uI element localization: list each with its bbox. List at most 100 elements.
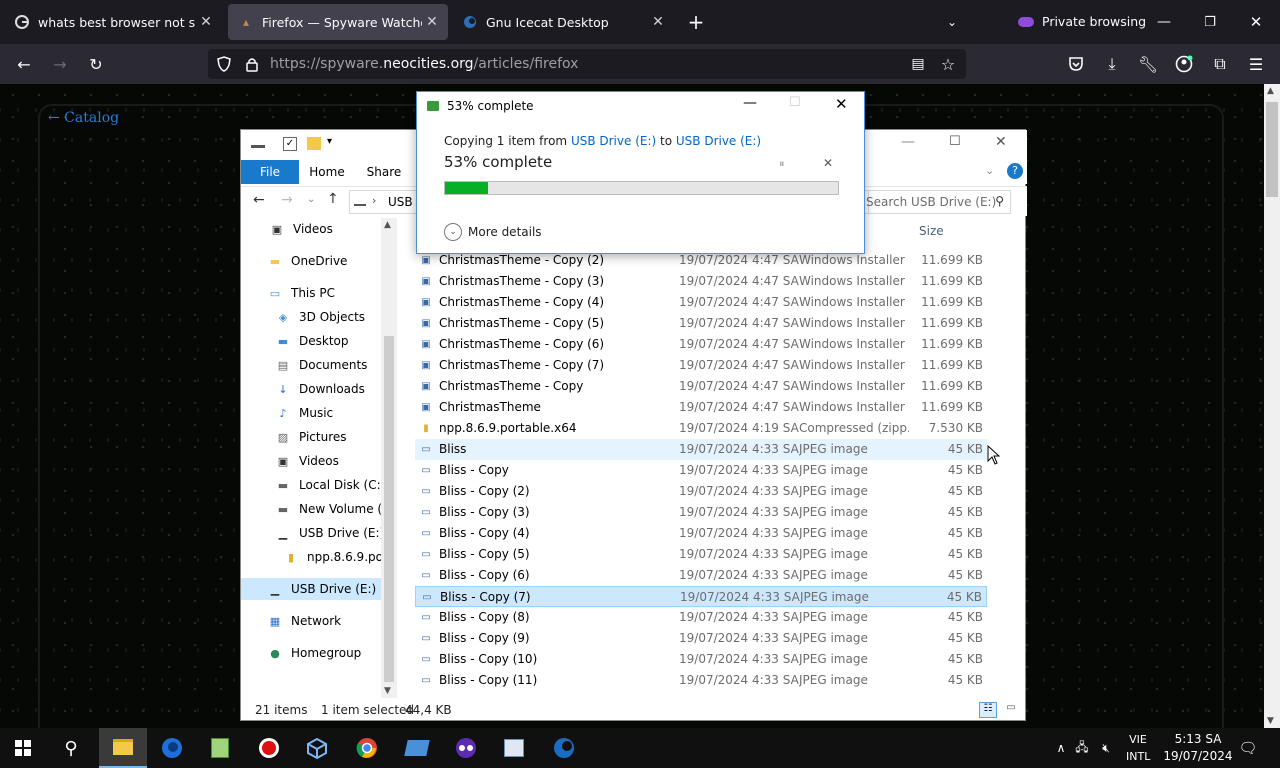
up-arrow-icon[interactable]: ↑ [327,191,339,207]
control-panel-taskbar-icon[interactable] [491,728,537,768]
scroll-up-arrow-icon[interactable]: ▲ [384,220,391,230]
nav-item[interactable]: ◈ 3D Objects [275,306,365,328]
table-row[interactable]: ▣ ChristmasTheme 19/07/2024 4:47 SA Windows… [415,397,987,418]
nav-item[interactable]: ▤ Documents [275,354,368,376]
new-tab-plus-icon[interactable]: + [684,10,708,34]
close-icon[interactable]: ✕ [422,14,442,30]
table-row[interactable]: ▣ ChristmasTheme - Copy (7) 19/07/2024 4:4… [415,355,987,376]
search-icon[interactable]: ⚲ [48,728,94,768]
table-row[interactable]: ▣ ChristmasTheme - Copy (5) 19/07/2024 4:4… [415,313,987,334]
nav-item[interactable]: ▣ Videos [269,218,333,240]
search-icon[interactable]: ⚲ [995,194,1004,208]
table-row[interactable]: ▭ Bliss - Copy (3) 19/07/2024 4:33 SA JPEG … [415,502,987,523]
url-text[interactable]: https://spyware.neocities.org/articles/f… [270,56,578,72]
recent-locations-chevron-icon[interactable]: ⌄ [307,194,315,205]
cancel-copy-icon[interactable]: ✕ [823,156,833,170]
ribbon-tab-share[interactable]: Share [359,160,409,184]
reader-view-icon[interactable]: ▤ [906,52,930,76]
minimize-icon[interactable]: — [901,134,915,150]
nav-item[interactable]: ▁ USB Drive (E:) [241,578,381,600]
lock-icon[interactable] [240,52,264,76]
notepad-plus-taskbar-icon[interactable] [197,728,243,768]
table-row[interactable]: ▭ Bliss - Copy (5) 19/07/2024 4:33 SA JPEG … [415,544,987,565]
table-row[interactable]: ▭ Bliss - Copy (10) 19/07/2024 4:33 SA JPEG… [415,649,987,670]
table-row[interactable]: ▭ Bliss - Copy (11) 19/07/2024 4:33 SA JPEG… [415,670,987,691]
minimize-icon[interactable]: — [1152,10,1176,34]
start-windows-icon[interactable] [0,728,46,768]
record-taskbar-icon[interactable] [246,728,292,768]
nav-item[interactable]: ▮ npp.8.6.9.porta [283,546,397,568]
copy-destination-link[interactable]: USB Drive (E:) [676,134,761,148]
account-icon[interactable] [1172,52,1196,76]
table-row[interactable]: ▣ ChristmasTheme - Copy 19/07/2024 4:47 SA… [415,376,987,397]
nav-item[interactable]: ● Homegroup [267,642,361,664]
ribbon-tab-home[interactable]: Home [303,160,351,184]
extensions-icon[interactable]: ⧉ [1208,52,1232,76]
close-window-icon[interactable]: ✕ [1244,10,1268,34]
nav-item[interactable]: ▣ Videos [275,450,339,472]
list-tabs-chevron-icon[interactable]: ⌄ [940,10,964,34]
wrench-icon[interactable]: 🔧︎ [1136,52,1160,76]
pause-icon[interactable]: ⏸︎ [779,157,785,171]
scroll-up-arrow-icon[interactable]: ▲ [1267,86,1274,96]
table-row[interactable]: ▭ Bliss - Copy (2) 19/07/2024 4:33 SA JPEG … [415,481,987,502]
catalog-link[interactable]: ← Catalog [48,110,119,126]
reload-icon[interactable]: ↻ [84,52,108,76]
ribbon-tab-file[interactable]: File [241,160,299,184]
private-browser-taskbar-icon[interactable] [443,728,489,768]
icecat-taskbar-icon[interactable] [541,728,587,768]
table-row[interactable]: ▭ Bliss - Copy (8) 19/07/2024 4:33 SA JPEG … [415,607,987,628]
help-icon[interactable]: ? [1007,163,1023,179]
tab-icecat[interactable]: Gnu Icecat Desktop ✕ [452,4,674,40]
remote-app-taskbar-icon[interactable] [394,728,440,768]
nav-item[interactable]: ▬ OneDrive [267,250,348,272]
page-scrollbar[interactable]: ▲ ▼ [1264,84,1280,728]
table-row[interactable]: ▭ Bliss - Copy (4) 19/07/2024 4:33 SA JPEG … [415,523,987,544]
table-row[interactable]: ▭ Bliss 19/07/2024 4:33 SA JPEG image 45 KB [415,439,987,460]
close-window-icon[interactable]: ✕ [995,134,1007,150]
file-explorer-taskbar-icon[interactable] [99,728,147,768]
table-row[interactable]: ▣ ChristmasTheme - Copy (3) 19/07/2024 4:4… [415,271,987,292]
nav-item[interactable]: ▬ New Volume (D: [275,498,396,520]
show-hidden-icons-chevron-icon[interactable]: ∧ [1052,741,1070,755]
scroll-down-arrow-icon[interactable]: ▼ [384,686,391,696]
nav-item[interactable]: ▭ This PC [267,282,335,304]
3d-box-taskbar-icon[interactable] [294,728,340,768]
nav-item[interactable]: ▦ Network [267,610,341,632]
bookmark-star-icon[interactable]: ☆ [936,52,960,76]
table-row[interactable]: ▭ Bliss - Copy (6) 19/07/2024 4:33 SA JPEG … [415,565,987,586]
table-row[interactable]: ▮ npp.8.6.9.portable.x64 19/07/2024 4:19 S… [415,418,987,439]
back-arrow-icon[interactable]: ← [253,192,265,208]
forward-arrow-icon[interactable]: → [281,192,293,208]
nav-item[interactable]: ▬ Desktop [275,330,349,352]
maximize-icon[interactable]: ☐ [949,134,961,149]
chrome-taskbar-icon[interactable] [344,728,390,768]
search-input[interactable]: Search USB Drive (E:) ⚲ [859,190,1011,214]
nav-item[interactable]: ▬ Local Disk (C:) [275,474,386,496]
nav-item[interactable]: ▁ USB Drive (E:) [275,522,384,544]
input-language-indicator[interactable]: VIE INTL [1126,731,1150,765]
table-row[interactable]: ▭ Bliss - Copy 19/07/2024 4:33 SA JPEG imag… [415,460,987,481]
minimize-icon[interactable]: — [743,95,757,111]
url-bar[interactable]: https://spyware.neocities.org/articles/f… [208,49,966,79]
pocket-icon[interactable] [1064,52,1088,76]
downloads-icon[interactable]: ⤓ [1100,52,1124,76]
close-icon[interactable]: ✕ [648,14,668,30]
network-status-icon[interactable]: 🖧︎ [1070,738,1094,759]
nav-item[interactable]: ↓ Downloads [275,378,365,400]
hamburger-menu-icon[interactable]: ☰ [1244,52,1268,76]
details-view-icon[interactable]: ☷ [979,702,997,718]
table-row[interactable]: ▣ ChristmasTheme - Copy (4) 19/07/2024 4:4… [415,292,987,313]
volume-muted-icon[interactable]: 🔇︎ [1094,741,1118,756]
nav-item[interactable]: ▨ Pictures [275,426,347,448]
scrollbar-thumb[interactable] [384,336,394,682]
tab-spyware-watchdog[interactable]: ▴ Firefox — Spyware Watchdog ✕ [228,4,448,40]
nav-scrollbar[interactable]: ▲ ▼ [381,218,397,698]
close-icon[interactable]: ✕ [196,14,216,30]
properties-checkbox-icon[interactable]: ✓ [283,137,297,151]
new-folder-icon[interactable] [307,137,321,150]
back-arrow-icon[interactable]: ← [12,52,36,76]
table-row[interactable]: ▭ Bliss - Copy (7) 19/07/2024 4:33 SA JPEG … [415,586,987,607]
notifications-icon[interactable]: 🗨︎ [1226,728,1270,768]
close-dialog-icon[interactable]: ✕ [835,95,848,113]
